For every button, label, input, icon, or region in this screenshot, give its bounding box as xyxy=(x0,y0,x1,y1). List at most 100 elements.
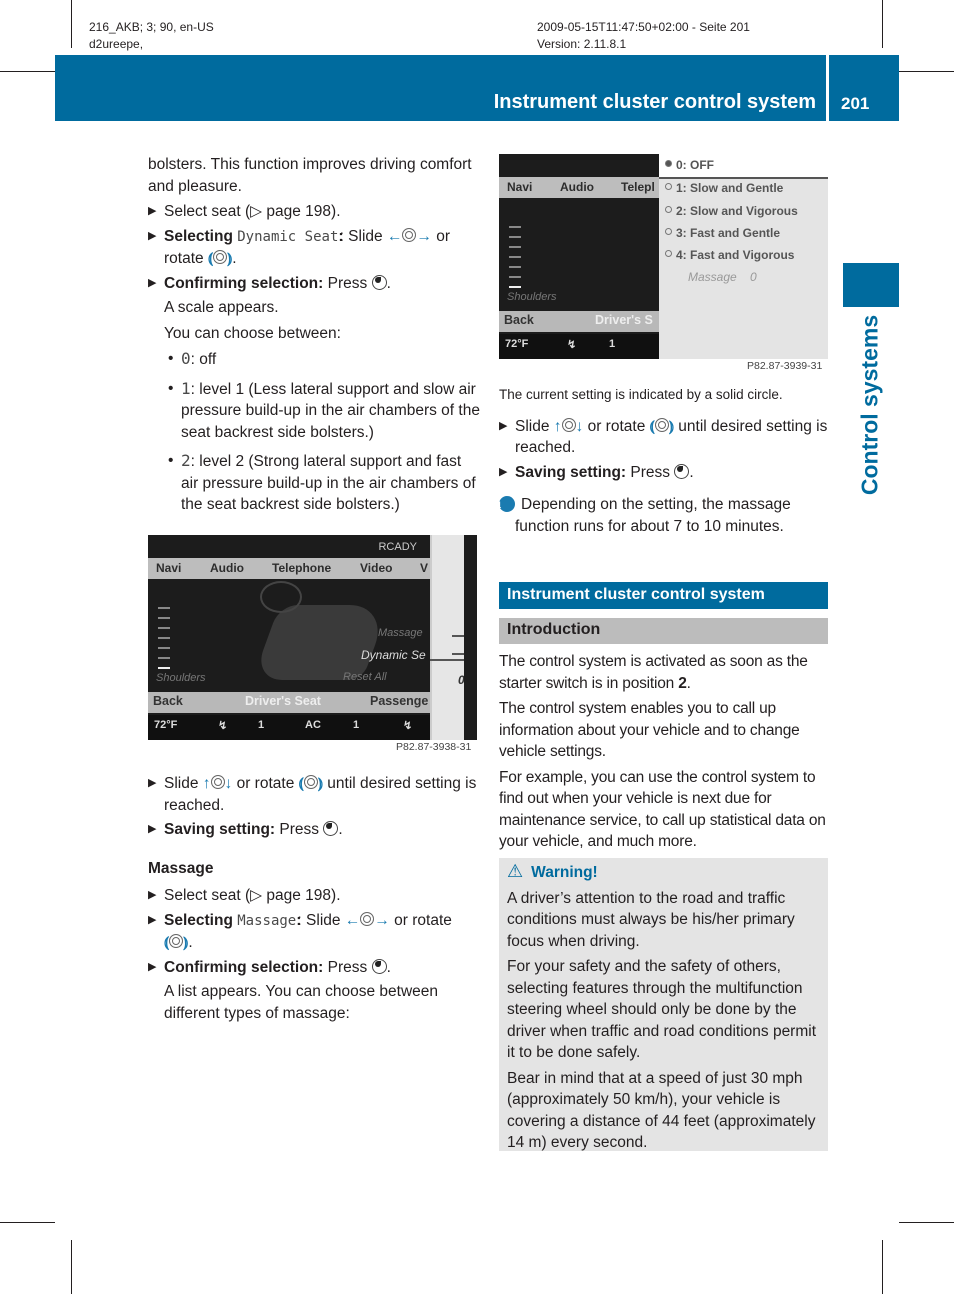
print-meta-left: 216_AKB; 3; 90, en-US d2ureepe, xyxy=(89,19,214,53)
figure-caption: P82.87-3939-31 xyxy=(747,360,823,372)
warning-title-row: ⚠ Warning! xyxy=(507,861,823,884)
scale-pointer xyxy=(430,659,464,661)
seat-heat-icon: ↯ xyxy=(567,339,577,351)
section-heading: Instrument cluster control system xyxy=(499,582,828,609)
step-arrow-icon: ▶ xyxy=(148,889,157,901)
step-bold: Saving setting: xyxy=(164,821,276,838)
side-tab-marker xyxy=(843,263,899,307)
starter-position: 2 xyxy=(678,674,687,692)
massage-label: Massage xyxy=(688,270,737,284)
footer-back: Back xyxy=(504,313,534,327)
option-value: 0 xyxy=(181,349,191,368)
menu-more: V xyxy=(420,561,429,575)
footer-back: Back xyxy=(153,694,183,708)
radio-icon xyxy=(665,183,672,190)
screen-footer-bar: Back Driver's Seat Passenge xyxy=(148,692,477,713)
step-select-dynamic-seat: ▶ Selecting Dynamic Seat:: Slide ← → or ro… xyxy=(148,227,451,267)
warning-box: ⚠ Warning! A driver’s attention to the ro… xyxy=(499,858,828,1151)
option-item: • 1: level 1 (Less lateral support and sl… xyxy=(168,378,480,441)
label-shoulders: Shoulders xyxy=(156,672,206,684)
slide-up-down-icon: ↑ ↓ xyxy=(553,417,584,435)
intro-paragraph: The control system enables you to call u… xyxy=(499,700,800,760)
massage-option[interactable]: 1: Slow and Gentle xyxy=(665,181,783,195)
subsection-heading: Introduction xyxy=(499,618,828,644)
step-slide-rotate: ▶ Slide ↑ ↓ or rotate ⦅ ⦆ until desired set… xyxy=(499,416,831,459)
scale-appears-text: A scale appears. xyxy=(164,299,279,316)
info-note-text: Depending on the setting, the massage fu… xyxy=(515,496,791,535)
page-number: 201 xyxy=(841,94,870,113)
seat-heat-icon: ↯ xyxy=(218,720,228,732)
left-column: bolsters. This function improves driving… xyxy=(148,154,480,523)
step-text: : Slide xyxy=(297,911,341,929)
intro-text: . xyxy=(686,674,691,692)
step-text: Slide xyxy=(164,775,199,792)
status-fan: 1 xyxy=(353,719,360,731)
side-tab-text: Control systems xyxy=(856,314,883,496)
step-text: Select seat (▷ page 198). xyxy=(164,203,341,220)
step-text: : Slide xyxy=(339,227,383,245)
menu-telephone: Telephone xyxy=(272,561,332,575)
label-massage: Massage xyxy=(378,627,423,639)
radio-icon xyxy=(665,228,672,235)
info-icon: i xyxy=(497,496,515,512)
list-appears-text: A list appears. You can choose between d… xyxy=(164,983,439,1022)
intro-paragraph: The control system is activated as soon … xyxy=(499,651,831,694)
step-arrow-icon: ▶ xyxy=(148,960,157,973)
seat-illustration xyxy=(252,605,390,680)
warning-content: ⚠ Warning! A driver’s attention to the ro… xyxy=(507,861,823,1158)
intro-text: bolsters. This function improves driving… xyxy=(148,156,472,195)
step-bold: Selecting xyxy=(164,227,233,245)
screen-menu-bar: Navi Audio Telephone Video V xyxy=(148,558,477,579)
step-arrow-icon: ▶ xyxy=(148,913,157,926)
press-knob-icon xyxy=(323,821,339,836)
label-dynamic-seat: Dynamic Se xyxy=(361,648,426,662)
slide-left-right-icon: ← → xyxy=(344,911,390,929)
option-item: • 2: level 2 (Strong lateral support and … xyxy=(168,451,476,513)
figure-caption: P82.87-3938-31 xyxy=(396,741,472,753)
step-text: . xyxy=(232,250,237,267)
press-knob-icon xyxy=(371,274,387,290)
step-confirm-selection: ▶ Confirming selection: Press . xyxy=(148,273,480,295)
crop-mark xyxy=(0,1222,55,1223)
steering-wheel xyxy=(260,581,302,613)
status-ac: AC xyxy=(305,719,321,731)
screenshot-dynamic-seat: RCADY Navi Audio Telephone Video V Shoul… xyxy=(148,535,477,740)
ready-status: RCADY xyxy=(378,541,417,553)
step-saving-setting: ▶ Saving setting: Press . xyxy=(148,819,480,841)
massage-option[interactable]: 3: Fast and Gentle xyxy=(665,226,780,240)
step-text: Press xyxy=(327,958,368,976)
option-label: 4: Fast and Vigorous xyxy=(676,248,795,262)
step-confirm-selection: ▶ Confirming selection: Press . xyxy=(148,957,480,979)
print-meta-right-line2: Version: 2.11.8.1 xyxy=(537,37,627,51)
massage-option[interactable]: 4: Fast and Vigorous xyxy=(665,248,794,262)
introduction-text: The control system is activated as soon … xyxy=(499,651,831,857)
step-text: Press xyxy=(327,274,368,292)
menu-navi: Navi xyxy=(156,561,182,575)
step-bold: Selecting xyxy=(164,911,233,929)
crop-mark xyxy=(899,71,954,72)
rotate-icon: ⦅ ⦆ xyxy=(298,775,323,792)
radio-icon xyxy=(665,250,672,257)
option-value: 2 xyxy=(181,451,191,470)
footer-passenger: Passenge xyxy=(370,694,429,708)
menu-video: Video xyxy=(360,561,393,575)
step-text: . xyxy=(689,463,694,481)
footer-drivers-seat: Driver's Seat xyxy=(245,694,321,708)
label-reset-all: Reset All xyxy=(343,671,387,683)
step-text: or rotate xyxy=(587,417,646,435)
menu-audio: Audio xyxy=(210,561,244,575)
label-shoulders: Shoulders xyxy=(507,291,557,303)
dynamic-seat-scale: 0 xyxy=(430,535,466,740)
warning-paragraph: Bear in mind that at a speed of just 30 … xyxy=(507,1069,816,1152)
massage-option[interactable]: 2: Slow and Vigorous xyxy=(665,204,798,218)
step-select-seat: ▶ Select seat (▷ page 198). xyxy=(148,885,480,907)
screen-status-bar: 72°F ↯ 1 AC 1 ↯ xyxy=(148,715,477,740)
intro-paragraph: For example, you can use the control sys… xyxy=(499,768,826,851)
step-bold: Confirming selection: xyxy=(164,274,324,292)
step-text: . xyxy=(188,934,193,951)
massage-option[interactable]: 0: OFF xyxy=(665,158,714,172)
step-text: rotate xyxy=(164,250,204,267)
menu-item-dynamic-seat: Dynamic Seat xyxy=(237,228,339,245)
subsection-heading-text: Introduction xyxy=(507,621,601,638)
footer-drivers-seat: Driver's S xyxy=(595,313,653,327)
